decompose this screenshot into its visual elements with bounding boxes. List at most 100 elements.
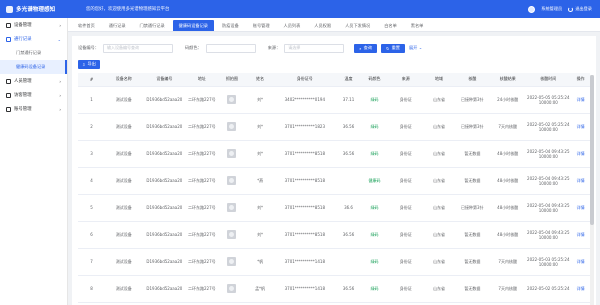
cell-n: 5: [78, 194, 106, 222]
table-row: 4 测试设备 D1936bd52aaa20 二环东路227号 *燕 3701*******…: [78, 167, 590, 195]
tab-records[interactable]: 通行记录: [103, 20, 132, 31]
tab-whitelist[interactable]: 白名单: [378, 20, 403, 31]
sidebar-item-account[interactable]: 账号管理 ›: [0, 102, 67, 116]
cell-addr: 二环东路227号: [186, 167, 218, 195]
sidebar-item-visitor[interactable]: 访客管理 ›: [0, 88, 67, 102]
cell-pname: 刘*: [246, 140, 274, 168]
cell-no: D1936bd52aaa20: [142, 221, 187, 249]
cell-op[interactable]: 详情: [571, 275, 590, 303]
photo-thumbnail[interactable]: [227, 175, 237, 185]
table-row: 6 测试设备 D1936bd52aaa20 二环东路227号 刘* 3701*******…: [78, 221, 590, 249]
download-icon: ⇩: [82, 61, 86, 67]
main-content: 设备编号： 输入设备编号查询 码颜色： 来源： 请选择 ⌕ 查询 ↻ 重置 展开…: [72, 36, 596, 305]
sidebar-sub-door-records[interactable]: 门禁通行记录: [0, 46, 67, 60]
photo-thumbnail[interactable]: [227, 148, 237, 158]
cell-op[interactable]: 详情: [571, 113, 590, 141]
query-button[interactable]: ⌕ 查询: [354, 43, 378, 53]
tab-person-perm[interactable]: 人员权限: [308, 20, 337, 31]
sidebar-sub-health-records[interactable]: 健康码设备记录: [0, 60, 67, 74]
cell-op[interactable]: 详情: [571, 248, 590, 276]
cell-n: 2: [78, 113, 106, 141]
cell-region: 山东省: [423, 221, 455, 249]
cell-op[interactable]: 详情: [571, 194, 590, 222]
logout-label: 退出登录: [575, 6, 592, 11]
device-no-input[interactable]: 输入设备编号查询: [102, 43, 173, 53]
cell-region: 山东省: [423, 248, 455, 276]
tab-person-list[interactable]: 人员列表: [278, 20, 307, 31]
photo-thumbnail[interactable]: [227, 229, 237, 239]
col-code-color: 码颜色: [361, 73, 389, 87]
cell-hs: 暂无数据: [454, 248, 491, 276]
cell-n: 6: [78, 221, 106, 249]
cell-addr: 二环东路227号: [186, 221, 218, 249]
tab-person-dispatch[interactable]: 人员下发情况: [339, 20, 376, 31]
logo-icon: [6, 5, 13, 13]
cell-op[interactable]: 详情: [571, 221, 590, 249]
cell-pname: *帆: [246, 248, 274, 276]
reset-button[interactable]: ↻ 重置: [381, 43, 405, 53]
cell-no: D1936bd52aaa20: [142, 140, 187, 168]
cell-name: 测试设备: [105, 275, 143, 303]
cell-name: 测试设备: [105, 194, 143, 222]
photo-thumbnail[interactable]: [227, 283, 237, 293]
sidebar: 设备管理 › 通行记录 ⌄ 门禁通行记录 健康码设备记录 人员管理 › 访客管理…: [0, 18, 68, 305]
cell-time: 2022-05-04 09:43:25 10000:00: [525, 140, 572, 168]
cell-hs: 暂无数据: [454, 275, 491, 303]
avatar[interactable]: [528, 5, 536, 13]
cell-pname: 刘*: [246, 86, 274, 114]
device-icon: [6, 22, 11, 28]
cell-op[interactable]: 详情: [571, 86, 590, 114]
sidebar-item-personnel[interactable]: 人员管理 ›: [0, 74, 67, 88]
cell-code: 绿码: [361, 275, 389, 303]
cell-temp: [336, 167, 361, 195]
code-color-select[interactable]: [205, 43, 256, 53]
cell-hsres: 7天内核酸: [490, 248, 526, 276]
tab-epidemic-device[interactable]: 防疫设备: [216, 20, 245, 31]
cell-hsres: 48小时核酸: [490, 221, 526, 249]
expand-link[interactable]: 展开 ⌄: [409, 45, 422, 51]
cell-id: 3402**********0194: [273, 86, 337, 114]
cell-temp: 36.6: [336, 194, 361, 222]
photo-thumbnail[interactable]: [227, 256, 237, 266]
cell-no: D1936bd52aaa20: [142, 194, 187, 222]
cell-time: 2022-05-04 09:43:25 10000:00: [525, 194, 572, 222]
cell-hs: 暂无数据: [454, 167, 491, 195]
cell-no: D1936bd52aaa20: [142, 248, 187, 276]
table-row: 1 测试设备 D1936bd52aaa20 二环东路227号 刘* 3402*******…: [78, 86, 590, 114]
photo-thumbnail[interactable]: [227, 94, 237, 104]
cell-code: 绿码: [361, 113, 389, 141]
col-nucleic-time: 核酸时间: [525, 73, 572, 87]
photo-thumbnail[interactable]: [227, 121, 237, 131]
code-color-label: 码颜色：: [184, 45, 202, 50]
cell-id: 3701**********1418: [273, 275, 337, 303]
account-icon: [6, 106, 11, 112]
tab-account[interactable]: 账号管理: [247, 20, 276, 31]
cell-name: 测试设备: [105, 86, 143, 114]
cell-op[interactable]: 详情: [571, 140, 590, 168]
sidebar-item-records[interactable]: 通行记录 ⌄: [0, 32, 67, 46]
sidebar-item-device[interactable]: 设备管理 ›: [0, 18, 67, 32]
tab-door-records[interactable]: 门禁通行记录: [134, 20, 171, 31]
tab-home[interactable]: 软件首页: [72, 20, 101, 31]
cell-op[interactable]: 详情: [571, 167, 590, 195]
cell-code: 绿码: [361, 221, 389, 249]
cell-hs: 暂无数据: [454, 140, 491, 168]
records-table: # 设备名称 设备编号 地址 抓拍图 姓名 身份证号 温度 码颜色 来源 地域 …: [78, 73, 590, 303]
export-button[interactable]: ⇩ 导出: [78, 59, 100, 69]
source-select[interactable]: 请选择: [284, 43, 345, 53]
cell-time: 2022-05-04 09:43:25 10000:00: [525, 167, 572, 195]
col-action: 操作: [571, 73, 590, 87]
col-device-no: 设备编号: [142, 73, 187, 87]
cell-no: D1936bd52aaa20: [142, 113, 187, 141]
user-name[interactable]: 系统管理员: [541, 6, 562, 12]
table-row: 2 测试设备 D1936bd52aaa20 二环东路227号 刘* 3701*******…: [78, 113, 590, 141]
logout-button[interactable]: 退出登录: [568, 6, 592, 12]
cell-time: 2022-05-05 05:25:24 10000:00: [525, 86, 572, 114]
tab-blacklist[interactable]: 黑名单: [405, 20, 430, 31]
top-header: 多光谱物理感知 您的您好，欢迎使用多光谱物理感知云平台 系统管理员 退出登录: [0, 0, 600, 18]
scrollbar-thumb[interactable]: [590, 75, 594, 225]
device-no-label: 设备编号：: [78, 45, 99, 50]
tab-health-records[interactable]: 健康码设备记录: [172, 20, 214, 31]
cell-id: 3701**********8518: [273, 194, 337, 222]
photo-thumbnail[interactable]: [227, 202, 237, 212]
